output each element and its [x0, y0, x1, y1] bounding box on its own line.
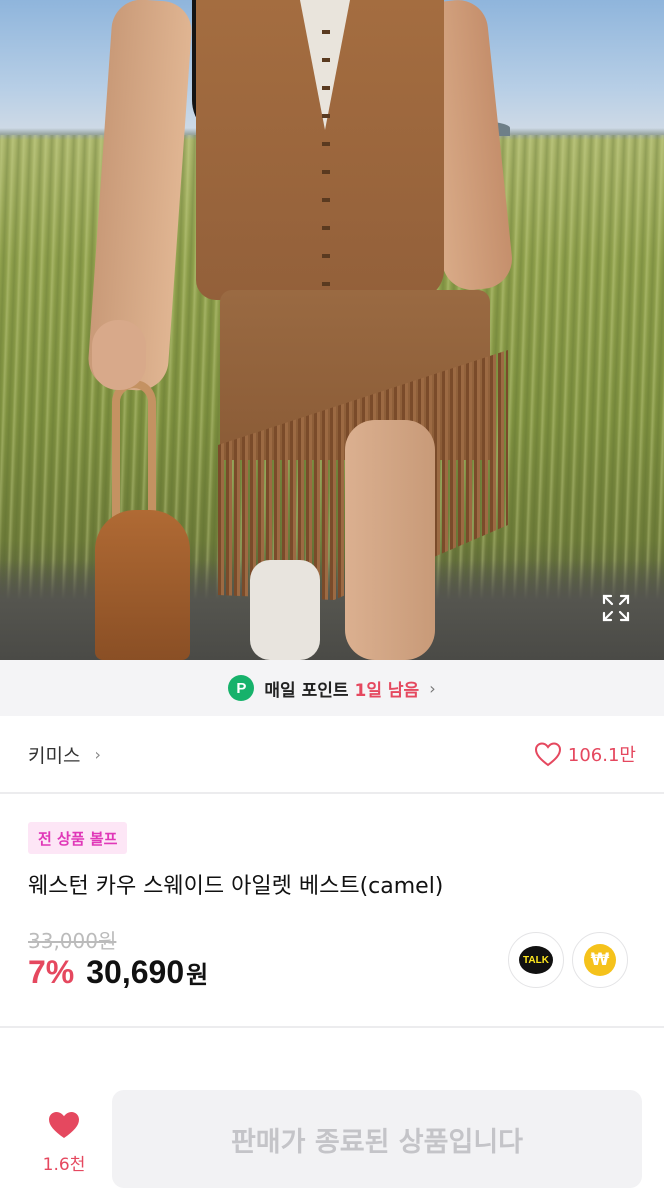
kakao-talk-icon: TALK	[519, 946, 553, 974]
section-divider	[0, 1026, 664, 1028]
sale-price: 30,690	[86, 954, 185, 990]
won-coin-icon: ₩	[584, 944, 616, 976]
shop-like-button[interactable]: 106.1만	[534, 741, 636, 767]
shop-name-link[interactable]: 키미스	[28, 741, 80, 768]
discount-rate: 7%	[28, 954, 75, 990]
expand-icon[interactable]	[600, 592, 632, 624]
daily-point-label: 매일 포인트	[264, 680, 349, 701]
point-badge-icon: P	[228, 675, 255, 701]
product-title: 웨스턴 카우 스웨이드 아일렛 베스트(camel)	[28, 874, 444, 899]
promo-badge: 전 상품 볼프	[28, 822, 128, 854]
original-price: 33,000원	[28, 929, 117, 953]
kakao-talk-share-button[interactable]: TALK	[508, 932, 564, 988]
sold-out-button[interactable]: 판매가 종료된 상품입니다	[112, 1090, 642, 1188]
bottom-action-bar: 1.6천 판매가 종료된 상품입니다	[0, 1074, 664, 1200]
chevron-right-icon[interactable]: ›	[94, 745, 100, 764]
currency-unit: 원	[186, 961, 209, 989]
chevron-right-icon: ›	[429, 678, 436, 698]
point-remaining: 1일 남음	[354, 680, 420, 701]
heart-outline-icon	[534, 742, 561, 767]
wishlist-count: 1.6천	[42, 1155, 86, 1175]
product-image[interactable]	[0, 0, 664, 660]
shop-like-count: 106.1만	[567, 745, 636, 766]
daily-point-banner[interactable]: P 매일 포인트 1일 남음 ›	[0, 660, 664, 716]
price-row: 7% 30,690 원	[28, 954, 208, 991]
payment-button[interactable]: ₩	[572, 932, 628, 988]
heart-filled-icon	[49, 1112, 79, 1138]
shop-row: 키미스 › 106.1만	[0, 716, 664, 794]
wishlist-button[interactable]: 1.6천	[30, 1110, 98, 1175]
